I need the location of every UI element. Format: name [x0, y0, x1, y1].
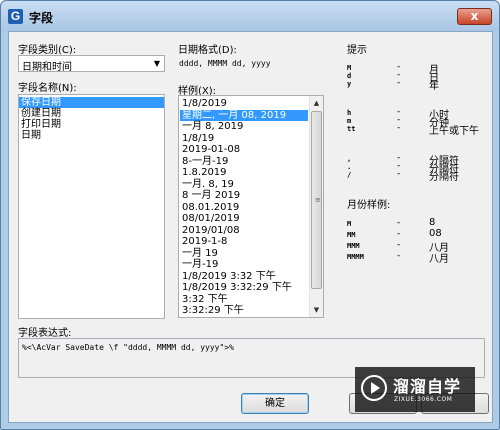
sample-item[interactable]: 一月-19 [180, 259, 308, 271]
hint-dash: - [397, 229, 401, 239]
app-logo-icon: G [8, 9, 23, 24]
sample-item[interactable]: 1/8/19 [180, 133, 308, 145]
sample-item[interactable]: 8-一月-19 [180, 156, 308, 168]
expression-value: %<\AcVar SaveDate \f "dddd, MMMM dd, yyy… [22, 343, 234, 352]
sample-item[interactable]: 2019-1-8 [180, 236, 308, 248]
grip-icon: ≡ [315, 196, 321, 204]
date-format-label: 日期格式(D): [178, 45, 237, 56]
field-category-label: 字段类别(C): [18, 45, 77, 56]
watermark-name: 溜溜自学 [393, 377, 462, 396]
hint-dash: - [397, 218, 401, 228]
date-format-input[interactable]: dddd, MMMM dd, yyyy [179, 59, 271, 68]
hint-code: tt [347, 125, 356, 133]
hint-description: 年 [429, 81, 439, 92]
sample-item[interactable]: 2019-01-08 [180, 144, 308, 156]
ok-button[interactable]: 确定 [241, 393, 309, 414]
hint-code: M [347, 64, 352, 72]
sample-item[interactable]: 一月 19 [180, 248, 308, 260]
hint-code: h [347, 109, 352, 117]
hint-dash: - [397, 78, 401, 88]
hint-code: M [347, 220, 352, 228]
field-name-item[interactable]: 保存日期 [19, 97, 164, 108]
sample-item[interactable]: 3:32:29 下午 [180, 305, 308, 317]
hints-title: 提示 [347, 45, 367, 56]
hint-code: MMM [347, 242, 360, 250]
sample-item[interactable]: 2019/01/08 [180, 225, 308, 237]
scroll-up-arrow-icon[interactable]: ▲ [310, 96, 323, 110]
field-name-item[interactable]: 创建日期 [19, 108, 164, 119]
chevron-down-icon: ▼ [153, 59, 160, 68]
expression-label: 字段表达式: [18, 328, 72, 339]
watermark-url: ZIXUE.3066.COM [394, 396, 453, 403]
sample-item[interactable]: 08.01.2019 [180, 202, 308, 214]
scroll-thumb[interactable]: ≡ [311, 111, 322, 289]
sample-item[interactable]: 星期二, 一月 08, 2019 [180, 109, 308, 121]
hint-code: , [347, 155, 352, 163]
sample-item[interactable]: 1.8.2019 [180, 167, 308, 179]
close-icon: x [470, 9, 479, 23]
sample-item[interactable]: 一月 8, 2019 [180, 121, 308, 133]
hint-dash: - [397, 251, 401, 261]
sample-item[interactable]: 1/8/2019 3:32:29 下午 [180, 282, 308, 294]
title-bar[interactable]: G 字段 x [1, 1, 499, 31]
hint-dash: - [397, 169, 401, 179]
field-name-item[interactable]: 日期 [19, 130, 164, 141]
hint-code: MM [347, 231, 356, 239]
hint-description: 8 [429, 217, 436, 228]
sample-item[interactable]: 一月. 8, 19 [180, 179, 308, 191]
hint-dash: - [397, 240, 401, 250]
sample-item[interactable]: 8 一月 2019 [180, 190, 308, 202]
hint-description: 08 [429, 228, 442, 239]
sample-scrollbar[interactable]: ▲ ≡ ▼ [309, 96, 323, 317]
window-title: 字段 [29, 11, 54, 25]
dialog-window: G 字段 x 字段类别(C): 日期和时间 ▼ 字段名称(N): 保存日期 创建日… [0, 0, 500, 430]
field-name-item[interactable]: 打印日期 [19, 119, 164, 130]
hints-panel: M - 月 d - 日 y - 年 h - 小时 m - 分钟 tt - 上午或下午, - 分隔符. - 分隔符 / - 分隔符… [347, 56, 492, 301]
hint-description: 八月 [429, 254, 449, 265]
sample-item[interactable]: 08/01/2019 [180, 213, 308, 225]
sample-item[interactable]: 1/8/2019 [180, 98, 308, 110]
sample-item[interactable]: 1/8/2019 3:32 下午 [180, 271, 308, 283]
field-category-value: 日期和时间 [22, 62, 72, 73]
field-names-label: 字段名称(N): [18, 83, 77, 94]
hint-description: 分隔符 [429, 172, 459, 183]
hint-description: 上午或下午 [429, 126, 479, 137]
sample-list[interactable]: 1/8/2019 星期二, 一月 08, 2019 一月 8, 2019 1/8/19… [178, 95, 324, 318]
hint-code: / [347, 171, 352, 179]
hint-code: MMMM [347, 253, 364, 261]
watermark-logo: 溜溜自学 ZIXUE.3066.COM [355, 367, 475, 412]
hint-dash: - [397, 123, 401, 133]
dialog-client-area: 字段类别(C): 日期和时间 ▼ 字段名称(N): 保存日期 创建日期 打印日期 日期… [8, 31, 493, 423]
month-sample-title: 月份样例: [347, 200, 391, 211]
field-category-dropdown[interactable]: 日期和时间 ▼ [18, 55, 165, 73]
hint-code: m [347, 117, 352, 125]
close-button[interactable]: x [457, 8, 492, 25]
sample-item[interactable]: 3:32 下午 [180, 294, 308, 306]
hint-code: d [347, 72, 352, 80]
field-names-list[interactable]: 保存日期 创建日期 打印日期 日期 [18, 94, 165, 319]
hint-code: y [347, 80, 352, 88]
hint-code: . [347, 163, 352, 171]
scroll-down-arrow-icon[interactable]: ▼ [310, 303, 323, 317]
play-icon [361, 375, 387, 401]
